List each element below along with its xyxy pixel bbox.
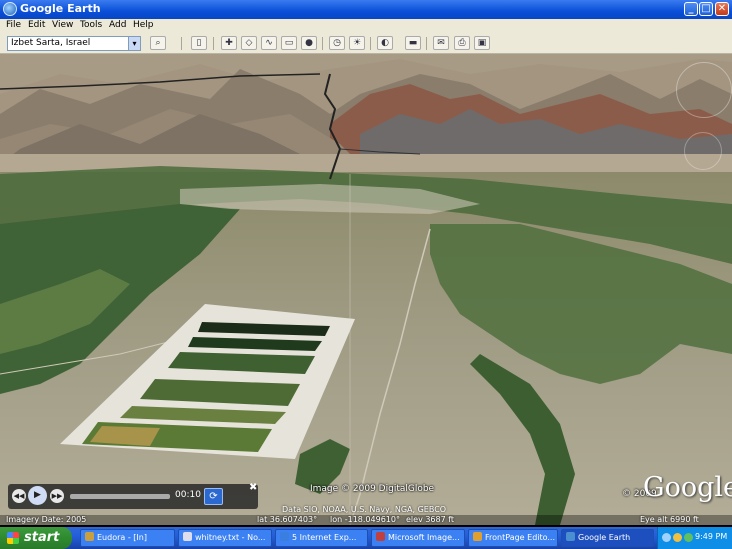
task-label: Microsoft Image... bbox=[388, 533, 460, 542]
navigation-look-control[interactable] bbox=[676, 62, 732, 118]
imagery-date: Imagery Date: 2005 bbox=[6, 515, 87, 524]
search-dropdown-button[interactable]: ▾ bbox=[128, 37, 140, 50]
google-earth-icon bbox=[566, 532, 575, 541]
tour-progress-slider[interactable] bbox=[70, 494, 170, 499]
task-label: FrontPage Edito... bbox=[485, 533, 556, 542]
window-title: Google Earth bbox=[20, 2, 101, 15]
fast-forward-button[interactable]: ▶▶ bbox=[50, 489, 64, 503]
eudora-icon bbox=[85, 532, 94, 541]
taskbar: start Eudora - [In] whitney.txt - No... … bbox=[0, 527, 732, 549]
search-value: Izbet Sarta, Israel bbox=[11, 38, 91, 48]
toolbar-separator bbox=[322, 37, 323, 50]
eye-altitude-readout: Eye alt 6990 ft bbox=[640, 515, 699, 524]
longitude-readout: lon -118.049610° bbox=[330, 515, 400, 524]
task-label: Eudora - [In] bbox=[97, 533, 147, 542]
sunlight-icon[interactable]: ☀ bbox=[349, 36, 365, 50]
toolbar-separator bbox=[370, 37, 371, 50]
menu-view[interactable]: View bbox=[52, 20, 73, 30]
tour-time: 00:10 bbox=[175, 490, 201, 500]
terrain-imagery bbox=[0, 54, 732, 525]
image-overlay-icon[interactable]: ▭ bbox=[281, 36, 297, 50]
placemark-icon[interactable]: ✚ bbox=[221, 36, 237, 50]
security-icon[interactable] bbox=[684, 533, 693, 542]
rewind-button[interactable]: ◀◀ bbox=[12, 489, 26, 503]
menu-add[interactable]: Add bbox=[109, 20, 126, 30]
image-composer-icon bbox=[376, 532, 385, 541]
taskbar-item-image-composer[interactable]: Microsoft Image... bbox=[371, 529, 465, 547]
google-earth-icon bbox=[3, 2, 17, 16]
menu-file[interactable]: File bbox=[6, 20, 21, 30]
google-logo: Google bbox=[643, 472, 732, 503]
close-player-button[interactable]: ✖ bbox=[249, 482, 257, 493]
save-image-icon[interactable]: ▣ bbox=[474, 36, 490, 50]
toolbar: Izbet Sarta, Israel ▾ ⌕ ▯ ✚ ◇ ∿ ▭ ● ◷ ☀ … bbox=[0, 34, 732, 54]
print-icon[interactable]: ⎙ bbox=[454, 36, 470, 50]
taskbar-item-google-earth[interactable]: Google Earth bbox=[561, 529, 654, 547]
minimize-button[interactable]: _ bbox=[684, 2, 698, 16]
elevation-readout: elev 3687 ft bbox=[406, 515, 455, 524]
taskbar-item-eudora[interactable]: Eudora - [In] bbox=[80, 529, 175, 547]
maximize-button[interactable]: □ bbox=[699, 2, 713, 16]
taskbar-item-notepad[interactable]: whitney.txt - No... bbox=[178, 529, 272, 547]
path-icon[interactable]: ∿ bbox=[261, 36, 277, 50]
record-tour-icon[interactable]: ● bbox=[301, 36, 317, 50]
toolbar-separator bbox=[181, 37, 182, 50]
menu-bar: File Edit View Tools Add Help bbox=[0, 19, 732, 35]
taskbar-item-internet-explorer[interactable]: 5 Internet Exp... bbox=[275, 529, 368, 547]
start-label: start bbox=[24, 530, 60, 545]
sidebar-icon[interactable]: ▯ bbox=[191, 36, 207, 50]
search-input[interactable]: Izbet Sarta, Israel ▾ bbox=[7, 36, 141, 51]
task-label: Google Earth bbox=[578, 533, 631, 542]
play-button[interactable]: ▶ bbox=[28, 486, 47, 505]
internet-explorer-icon bbox=[280, 532, 289, 541]
tour-player: ◀◀ ▶ ▶▶ 00:10 ⟳ ✖ bbox=[8, 482, 258, 509]
task-label: 5 Internet Exp... bbox=[292, 533, 357, 542]
status-bar: Imagery Date: 2005 Data SIO, NOAA, U.S. … bbox=[0, 505, 732, 527]
system-tray: 9:49 PM bbox=[657, 527, 732, 549]
data-attribution: Data SIO, NOAA, U.S. Navy, NGA, GEBCO bbox=[282, 505, 447, 514]
toolbar-separator bbox=[213, 37, 214, 50]
start-button[interactable]: start bbox=[0, 527, 72, 549]
taskbar-item-frontpage[interactable]: FrontPage Edito... bbox=[468, 529, 558, 547]
menu-help[interactable]: Help bbox=[133, 20, 154, 30]
imagery-attribution: Image © 2009 DigitalGlobe bbox=[310, 484, 435, 494]
close-button[interactable]: ✕ bbox=[715, 2, 729, 16]
historical-imagery-icon[interactable]: ◷ bbox=[329, 36, 345, 50]
ruler-icon[interactable]: ▬ bbox=[405, 36, 421, 50]
frontpage-icon bbox=[473, 532, 482, 541]
windows-flag-icon bbox=[7, 532, 19, 544]
polygon-icon[interactable]: ◇ bbox=[241, 36, 257, 50]
clock: 9:49 PM bbox=[695, 532, 728, 541]
navigation-move-control[interactable] bbox=[684, 132, 722, 170]
title-bar: Google Earth _ □ ✕ bbox=[0, 0, 732, 19]
email-icon[interactable]: ✉ bbox=[433, 36, 449, 50]
planets-icon[interactable]: ◐ bbox=[377, 36, 393, 50]
earth-3d-view[interactable]: Image © 2009 DigitalGlobe © 2009 Google bbox=[0, 54, 732, 525]
toolbar-separator bbox=[426, 37, 427, 50]
menu-edit[interactable]: Edit bbox=[28, 20, 45, 30]
search-icon[interactable]: ⌕ bbox=[150, 36, 166, 50]
loop-button[interactable]: ⟳ bbox=[204, 488, 223, 505]
menu-tools[interactable]: Tools bbox=[80, 20, 102, 30]
volume-icon[interactable] bbox=[673, 533, 682, 542]
notepad-icon bbox=[183, 532, 192, 541]
latitude-readout: lat 36.607403° bbox=[257, 515, 318, 524]
network-icon[interactable] bbox=[662, 533, 671, 542]
task-label: whitney.txt - No... bbox=[195, 533, 266, 542]
